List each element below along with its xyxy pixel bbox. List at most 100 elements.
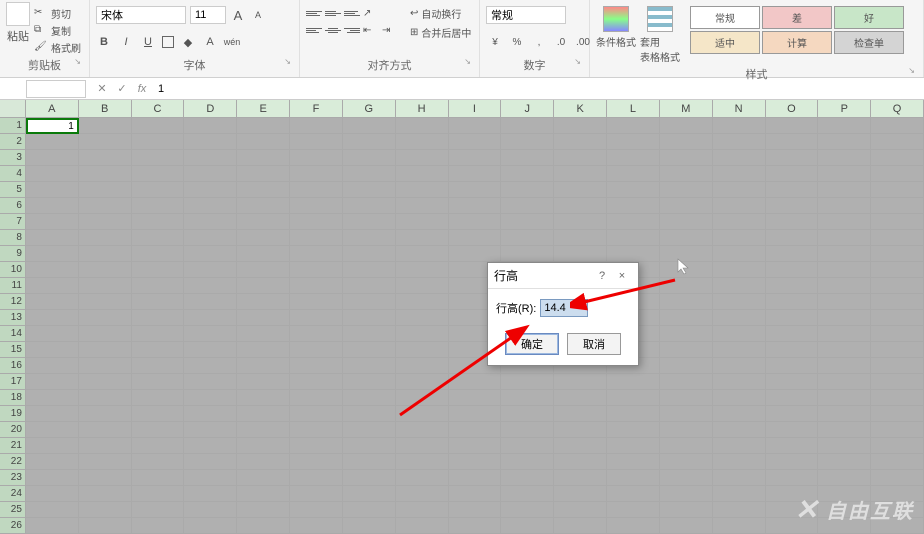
- cell[interactable]: [449, 134, 502, 150]
- cell[interactable]: [290, 198, 343, 214]
- cell[interactable]: [79, 390, 132, 406]
- cell[interactable]: [607, 374, 660, 390]
- cell[interactable]: [79, 406, 132, 422]
- cell[interactable]: [343, 246, 396, 262]
- cell[interactable]: [79, 214, 132, 230]
- cell[interactable]: [396, 502, 449, 518]
- align-middle-button[interactable]: [325, 6, 341, 20]
- font-color-button[interactable]: A: [202, 34, 218, 50]
- cell[interactable]: 1: [26, 118, 79, 134]
- cell[interactable]: [501, 406, 554, 422]
- cell[interactable]: [766, 278, 819, 294]
- cell[interactable]: [713, 198, 766, 214]
- cell[interactable]: [79, 150, 132, 166]
- column-header-L[interactable]: L: [607, 100, 660, 118]
- cell[interactable]: [184, 230, 237, 246]
- cell[interactable]: [871, 310, 924, 326]
- cell[interactable]: [132, 246, 185, 262]
- cell[interactable]: [660, 134, 713, 150]
- cell[interactable]: [660, 262, 713, 278]
- increase-decimal-button[interactable]: .0: [552, 34, 570, 50]
- column-header-O[interactable]: O: [766, 100, 819, 118]
- cell[interactable]: [766, 422, 819, 438]
- align-right-button[interactable]: [344, 23, 360, 37]
- cell[interactable]: [818, 406, 871, 422]
- cell[interactable]: [818, 214, 871, 230]
- cell[interactable]: [660, 502, 713, 518]
- cell[interactable]: [607, 518, 660, 534]
- cell[interactable]: [26, 502, 79, 518]
- cell[interactable]: [396, 390, 449, 406]
- cell[interactable]: [290, 310, 343, 326]
- cell[interactable]: [607, 214, 660, 230]
- cell[interactable]: [26, 342, 79, 358]
- cancel-formula-button[interactable]: ✕: [92, 80, 112, 98]
- cell[interactable]: [660, 214, 713, 230]
- cell[interactable]: [871, 470, 924, 486]
- cell[interactable]: [818, 326, 871, 342]
- cell[interactable]: [184, 438, 237, 454]
- cell[interactable]: [871, 358, 924, 374]
- cell[interactable]: [237, 358, 290, 374]
- cell[interactable]: [343, 454, 396, 470]
- align-center-button[interactable]: [325, 23, 341, 37]
- format-painter-button[interactable]: 🖌 格式刷: [34, 40, 81, 55]
- cell[interactable]: [132, 198, 185, 214]
- cell-style-good[interactable]: 好: [834, 6, 904, 29]
- cell[interactable]: [79, 310, 132, 326]
- column-header-K[interactable]: K: [554, 100, 607, 118]
- insert-function-button[interactable]: fx: [132, 80, 152, 98]
- row-header[interactable]: 20: [0, 422, 26, 438]
- cell[interactable]: [79, 502, 132, 518]
- cell[interactable]: [26, 310, 79, 326]
- phonetic-button[interactable]: wén: [224, 34, 240, 50]
- cell[interactable]: [132, 214, 185, 230]
- cell[interactable]: [290, 374, 343, 390]
- column-header-J[interactable]: J: [501, 100, 554, 118]
- cell[interactable]: [343, 310, 396, 326]
- cell[interactable]: [132, 518, 185, 534]
- cell[interactable]: [660, 342, 713, 358]
- row-header[interactable]: 19: [0, 406, 26, 422]
- cell[interactable]: [26, 134, 79, 150]
- cell[interactable]: [343, 214, 396, 230]
- cell[interactable]: [132, 182, 185, 198]
- cell[interactable]: [132, 358, 185, 374]
- font-name-select[interactable]: [96, 6, 186, 24]
- cell[interactable]: [818, 118, 871, 134]
- row-header[interactable]: 26: [0, 518, 26, 534]
- cell[interactable]: [871, 150, 924, 166]
- cell[interactable]: [449, 150, 502, 166]
- cell[interactable]: [26, 470, 79, 486]
- cell[interactable]: [132, 422, 185, 438]
- cell-style-moderate[interactable]: 适中: [690, 31, 760, 54]
- cell[interactable]: [184, 326, 237, 342]
- row-header[interactable]: 13: [0, 310, 26, 326]
- cell[interactable]: [766, 358, 819, 374]
- row-header[interactable]: 21: [0, 438, 26, 454]
- cell[interactable]: [26, 454, 79, 470]
- cell[interactable]: [449, 470, 502, 486]
- cell[interactable]: [184, 422, 237, 438]
- cell[interactable]: [237, 342, 290, 358]
- cell[interactable]: [396, 230, 449, 246]
- row-header[interactable]: 18: [0, 390, 26, 406]
- cell[interactable]: [79, 342, 132, 358]
- cell[interactable]: [660, 374, 713, 390]
- cell[interactable]: [449, 198, 502, 214]
- cell[interactable]: [501, 486, 554, 502]
- cell[interactable]: [449, 454, 502, 470]
- cell[interactable]: [713, 518, 766, 534]
- cell[interactable]: [660, 326, 713, 342]
- cell[interactable]: [343, 230, 396, 246]
- cell[interactable]: [713, 438, 766, 454]
- cell[interactable]: [607, 134, 660, 150]
- cell[interactable]: [713, 470, 766, 486]
- cell[interactable]: [818, 390, 871, 406]
- cell[interactable]: [449, 502, 502, 518]
- cell[interactable]: [871, 374, 924, 390]
- cell[interactable]: [660, 406, 713, 422]
- cell[interactable]: [818, 342, 871, 358]
- cell[interactable]: [132, 502, 185, 518]
- cell[interactable]: [818, 230, 871, 246]
